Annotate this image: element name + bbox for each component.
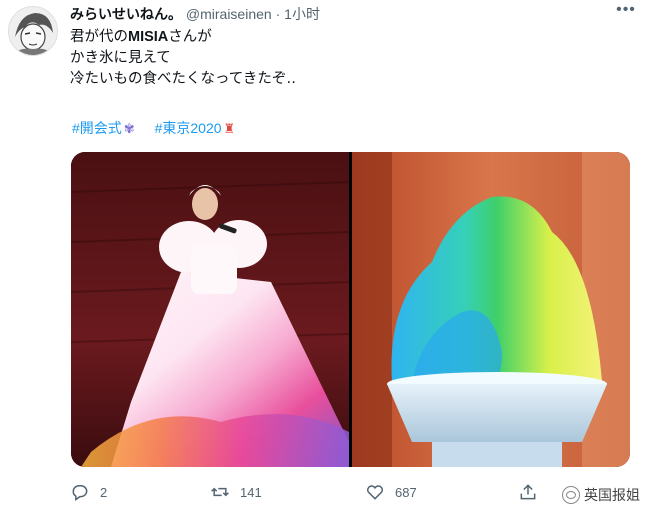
tweet-line-3: 冷たいもの食べたくなってきたぞ‥ xyxy=(70,71,297,87)
heart-icon xyxy=(367,485,383,500)
hashtags: #開会式 ✾ #東京2020 ♜ xyxy=(72,118,251,138)
hashtag-tokyo2020[interactable]: #東京2020 ♜ xyxy=(155,118,236,138)
display-name[interactable]: みらいせいねん。 xyxy=(70,6,182,22)
more-options-icon[interactable]: ••• xyxy=(616,2,636,22)
tweet-text: 君が代のMISIAさんが かき氷に見えて 冷たいもの食べたくなってきたぞ‥ xyxy=(70,27,296,90)
media-image-singer[interactable] xyxy=(71,152,349,467)
user-handle[interactable]: @miraiseinen xyxy=(186,6,272,22)
tokyo-tower-emoji-icon: ♜ xyxy=(223,121,236,136)
separator-dot: · xyxy=(275,6,281,22)
tweet-line-1: 君が代のMISIAさんが xyxy=(70,29,212,45)
watermark: 英国报姐 xyxy=(562,485,640,505)
reply-count: 2 xyxy=(100,484,108,500)
flower-emoji-icon: ✾ xyxy=(123,121,135,136)
avatar[interactable] xyxy=(8,6,58,56)
wechat-icon xyxy=(562,486,580,504)
like-count: 687 xyxy=(395,484,417,500)
tweet-line-2: かき氷に見えて xyxy=(70,50,171,66)
retweet-icon xyxy=(211,487,229,497)
retweet-count: 141 xyxy=(240,484,262,500)
watermark-text: 英国报姐 xyxy=(584,487,640,503)
timestamp[interactable]: 1小时 xyxy=(284,6,320,22)
share-icon xyxy=(520,484,536,500)
media-image-shaved-ice[interactable] xyxy=(352,152,630,467)
tweet-actions: 2 141 687 xyxy=(70,478,630,508)
share-button[interactable] xyxy=(518,478,548,506)
reply-button[interactable]: 2 xyxy=(70,478,107,506)
tweet-media[interactable] xyxy=(71,152,630,467)
like-button[interactable]: 687 xyxy=(365,478,417,506)
reply-icon xyxy=(72,485,88,501)
tweet-card: みらいせいねん。 @miraiseinen · 1小时 ••• 君が代のMISI… xyxy=(0,0,650,517)
mention-bold: MISIA xyxy=(128,29,169,45)
hashtag-opening-ceremony[interactable]: #開会式 ✾ xyxy=(72,118,135,138)
tweet-header: みらいせいねん。 @miraiseinen · 1小时 xyxy=(70,5,320,23)
retweet-button[interactable]: 141 xyxy=(210,478,262,506)
